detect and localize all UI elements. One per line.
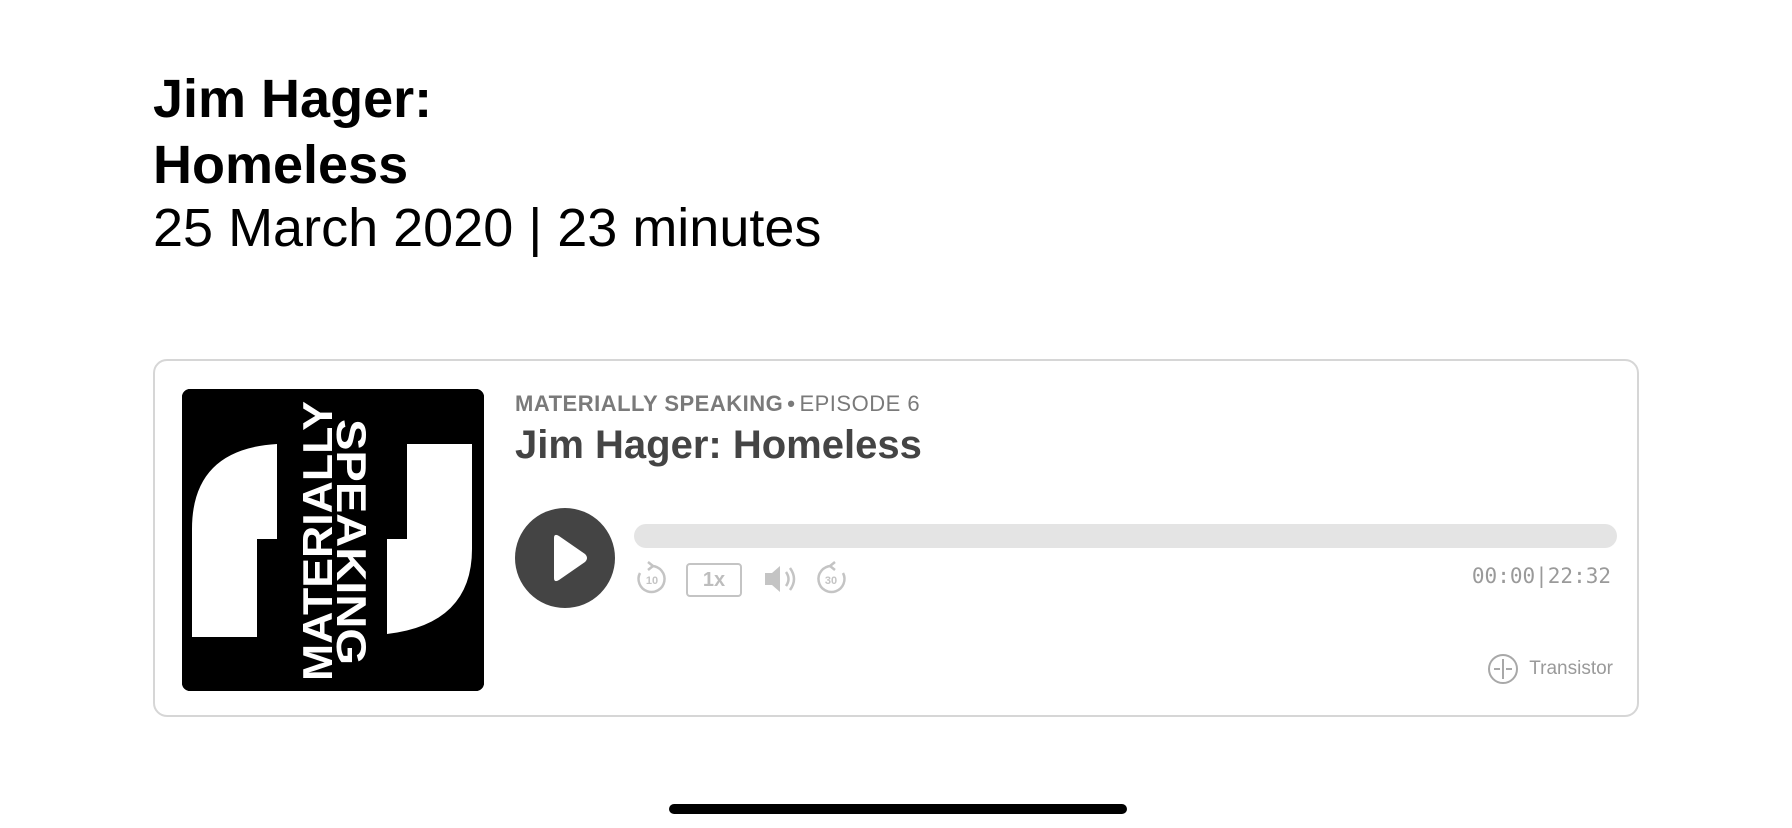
time-divider: |: [1535, 564, 1548, 588]
time-readout: 00:00|22:32: [1472, 564, 1611, 588]
volume-icon: [765, 566, 796, 592]
transistor-link[interactable]: Transistor: [1487, 653, 1613, 685]
artwork-text-speaking: SPEAKING: [328, 419, 375, 665]
forward-30-icon: 30: [817, 561, 846, 594]
episode-number: EPISODE 6: [799, 391, 921, 416]
forward-30-button[interactable]: 30: [813, 561, 849, 597]
show-episode-line: MATERIALLY SPEAKING • EPISODE 6: [515, 391, 920, 417]
time-current: 00:00: [1471, 564, 1536, 588]
podcast-artwork: MATERIALLY SPEAKING: [182, 389, 484, 691]
page: Jim Hager: Homeless 25 March 2020 | 23 m…: [0, 0, 1792, 828]
home-indicator[interactable]: [669, 804, 1127, 814]
rewind-seconds-label: 10: [646, 575, 658, 587]
episode-header: Jim Hager: Homeless 25 March 2020 | 23 m…: [153, 66, 821, 258]
playback-speed-button[interactable]: 1x: [686, 563, 742, 597]
separator-dot: •: [787, 391, 796, 416]
podcast-player: MATERIALLY SPEAKING MATERIALLY SPEAKING •…: [153, 359, 1639, 717]
volume-button[interactable]: [761, 561, 801, 597]
play-icon: [554, 534, 587, 582]
brand-label: Transistor: [1529, 658, 1613, 679]
episode-meta: 25 March 2020 | 23 minutes: [153, 198, 822, 258]
transistor-logo-icon: [1488, 654, 1519, 684]
rewind-10-icon: 10: [637, 561, 666, 594]
show-name: MATERIALLY SPEAKING: [515, 391, 784, 416]
play-button[interactable]: [515, 508, 615, 608]
player-episode-title: Jim Hager: Homeless: [515, 423, 922, 467]
episode-title: Jim Hager: Homeless: [153, 69, 433, 195]
time-total: 22:32: [1547, 564, 1611, 588]
forward-seconds-label: 30: [825, 575, 837, 587]
artwork-graphic: MATERIALLY SPEAKING: [182, 389, 484, 691]
progress-bar[interactable]: [634, 524, 1617, 548]
rewind-10-button[interactable]: 10: [634, 561, 670, 597]
